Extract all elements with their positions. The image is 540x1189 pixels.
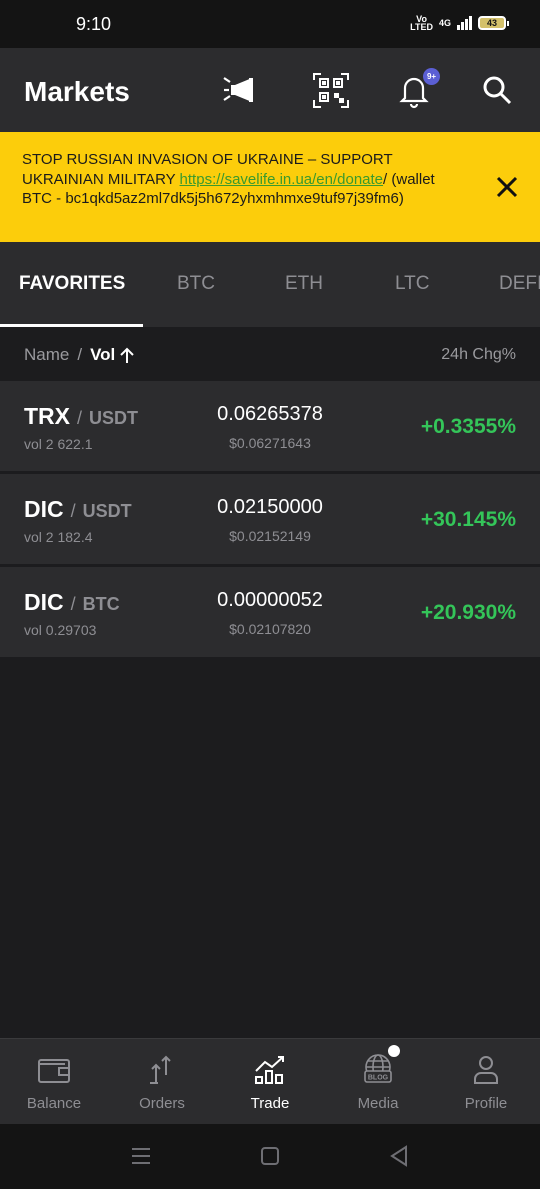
market-row-dic-usdt[interactable]: DIC / USDT vol 2 182.4 0.02150000 $0.021…	[0, 474, 540, 564]
market-tabs: FAVORITES BTC ETH LTC DEFI	[0, 242, 540, 327]
battery-icon: 43	[478, 16, 509, 30]
pair: DIC / BTC	[24, 589, 120, 615]
last-price: 0.02150000	[217, 496, 323, 518]
usd-price: $0.02107820	[229, 621, 311, 637]
usd-price: $0.02152149	[229, 528, 311, 544]
sort-ascending-arrow-icon	[120, 347, 134, 363]
change-percent: +0.3355%	[420, 415, 516, 438]
banner-text: STOP RUSSIAN INVASION OF UKRAINE – SUPPO…	[22, 151, 435, 207]
status-bar: 9:10 Vo LTED 4G 43	[0, 0, 540, 48]
nav-balance[interactable]: Balance	[0, 1039, 108, 1125]
donate-link[interactable]: https://savelife.in.ua/en/donate	[180, 171, 383, 188]
base-asset: TRX	[24, 403, 70, 429]
page-title: Markets	[24, 76, 130, 107]
blog-globe-icon: BLOG	[364, 1054, 392, 1083]
quote-asset: USDT	[89, 408, 139, 428]
nav-profile[interactable]: Profile	[432, 1039, 540, 1125]
nav-media[interactable]: BLOG Media	[324, 1039, 432, 1125]
change-percent: +30.145%	[420, 508, 516, 531]
sort-by-name[interactable]: Name	[24, 345, 69, 365]
volume: vol 2 622.1	[24, 436, 93, 452]
orders-icon	[150, 1055, 171, 1084]
pair: TRX / USDT	[24, 403, 139, 429]
bottom-nav: Balance Orders Trade BLOG Media Profile	[0, 1038, 540, 1124]
nav-trade[interactable]: Trade	[216, 1039, 324, 1125]
base-asset: DIC	[24, 496, 64, 522]
close-icon[interactable]	[492, 172, 522, 202]
status-time: 9:10	[76, 14, 112, 34]
volte-icon: Vo LTED	[410, 14, 433, 32]
usd-price: $0.06271643	[229, 435, 311, 451]
recent-apps-icon[interactable]	[129, 1144, 153, 1168]
app-header: Markets 9+	[0, 48, 540, 132]
last-price: 0.06265378	[217, 403, 323, 425]
notification-bell-icon[interactable]: 9+	[396, 68, 440, 110]
quote-asset: USDT	[82, 501, 132, 521]
announcement-icon[interactable]	[222, 70, 262, 110]
search-icon[interactable]	[480, 70, 520, 110]
pair: DIC / USDT	[24, 496, 132, 522]
market-row-dic-btc[interactable]: DIC / BTC vol 0.29703 0.00000052 $0.0210…	[0, 567, 540, 657]
sort-controls: Name / Vol	[24, 345, 135, 365]
network-type: 4G	[438, 18, 451, 28]
wallet-icon	[38, 1059, 70, 1083]
tab-favorites[interactable]: FAVORITES	[19, 273, 125, 295]
svg-text:BLOG: BLOG	[368, 1075, 389, 1082]
sort-by-change[interactable]: 24h Chg%	[441, 346, 516, 364]
home-icon[interactable]	[258, 1144, 282, 1168]
notification-badge: 9+	[423, 68, 440, 85]
status-icons: Vo LTED 4G 43	[410, 14, 509, 32]
sort-by-vol[interactable]: Vol	[90, 345, 115, 365]
change-percent: +20.930%	[420, 601, 516, 624]
sort-header: Name / Vol 24h Chg%	[0, 327, 540, 381]
ukraine-banner: STOP RUSSIAN INVASION OF UKRAINE – SUPPO…	[0, 132, 540, 242]
tab-eth[interactable]: ETH	[285, 273, 323, 295]
back-icon[interactable]	[387, 1144, 411, 1168]
tab-defi[interactable]: DEFI	[499, 273, 540, 295]
system-nav-bar	[0, 1124, 540, 1189]
market-row-trx-usdt[interactable]: TRX / USDT vol 2 622.1 0.06265378 $0.062…	[0, 381, 540, 471]
last-price: 0.00000052	[217, 589, 323, 611]
trade-chart-icon	[255, 1056, 284, 1084]
base-asset: DIC	[24, 589, 64, 615]
volume: vol 2 182.4	[24, 529, 93, 545]
nav-orders[interactable]: Orders	[108, 1039, 216, 1125]
volume: vol 0.29703	[24, 622, 97, 638]
tab-btc[interactable]: BTC	[177, 273, 215, 295]
qr-scan-icon[interactable]	[311, 70, 351, 110]
profile-icon	[474, 1056, 498, 1084]
media-notification-dot	[388, 1045, 400, 1057]
signal-icon	[457, 16, 472, 30]
tab-ltc[interactable]: LTC	[395, 273, 429, 295]
quote-asset: BTC	[82, 594, 120, 614]
